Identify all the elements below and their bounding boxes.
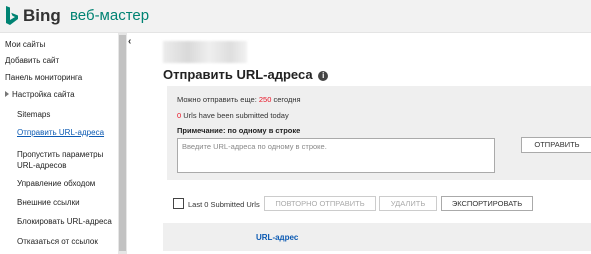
submit-button[interactable]: ОТПРАВИТЬ — [521, 137, 591, 153]
sidebar-scrollbar[interactable] — [118, 33, 127, 254]
sidebar-section-label: Настройка сайта — [12, 90, 75, 99]
quota-text: Можно отправить еще: 250 сегодня — [177, 95, 301, 104]
sidebar-item-sitemaps[interactable]: Sitemaps — [17, 110, 50, 119]
export-button[interactable]: ЭКСПОРТИРОВАТЬ — [441, 196, 533, 211]
quota-suffix: сегодня — [271, 95, 301, 104]
note-label: Примечание: по одному в строке — [177, 126, 301, 135]
delete-button[interactable]: УДАЛИТЬ — [379, 196, 437, 211]
submitted-text: Urls have been submitted today — [181, 111, 289, 120]
last-submitted-label: Last 0 Submitted Urls — [188, 200, 260, 209]
sidebar-section-site-setup[interactable]: Настройка сайта — [5, 90, 75, 99]
bing-logo-icon[interactable] — [5, 6, 19, 26]
quota-prefix: Можно отправить еще: — [177, 95, 259, 104]
sidebar-item-my-sites[interactable]: Мои сайты — [5, 40, 45, 49]
info-icon[interactable]: i — [318, 71, 329, 81]
top-bar: Bing веб-мастер — [0, 0, 591, 33]
sidebar-nav: Мои сайты Добавить сайт Панель мониторин… — [0, 33, 127, 254]
submit-panel: Можно отправить еще: 250 сегодня 0 Urls … — [167, 86, 591, 180]
quota-value: 250 — [258, 95, 272, 104]
expand-triangle-icon — [5, 91, 9, 97]
sidebar-item-dashboard[interactable]: Панель мониторинга — [5, 73, 82, 82]
sidebar-item-crawl-control[interactable]: Управление обходом — [17, 179, 95, 188]
sidebar-item-submit-urls[interactable]: Отправить URL-адреса — [17, 128, 104, 137]
sidebar-item-inbound-links[interactable]: Внешние ссылки — [17, 198, 80, 207]
page-title-text: Отправить URL-адреса — [163, 67, 313, 82]
sidebar-item-block-urls[interactable]: Блокировать URL-адреса — [17, 217, 112, 226]
last-submitted-checkbox[interactable] — [173, 198, 184, 209]
sidebar-item-add-site[interactable]: Добавить сайт — [5, 56, 59, 65]
sidebar-item-ignore-url-params[interactable]: Пропустить параметры URL-адресов — [17, 149, 117, 171]
product-name[interactable]: веб-мастер — [70, 7, 149, 24]
sidebar-item-disavow-links[interactable]: Отказаться от ссылок — [17, 237, 98, 246]
collapse-sidebar-icon[interactable]: ‹ — [128, 36, 131, 47]
resubmit-button[interactable]: ПОВТОРНО ОТПРАВИТЬ — [264, 196, 376, 211]
url-textarea[interactable]: Введите URL-адреса по одному в строке. — [177, 138, 495, 173]
submitted-today-text: 0 Urls have been submitted today — [177, 111, 289, 120]
column-header-url[interactable]: URL-адрес — [256, 233, 298, 242]
page-title: Отправить URL-адреса i — [163, 67, 329, 82]
scrollbar-thumb[interactable] — [119, 35, 126, 251]
brand-name[interactable]: Bing — [23, 6, 61, 26]
site-thumbnail — [163, 41, 247, 63]
url-table-header: URL-адрес — [163, 223, 591, 251]
